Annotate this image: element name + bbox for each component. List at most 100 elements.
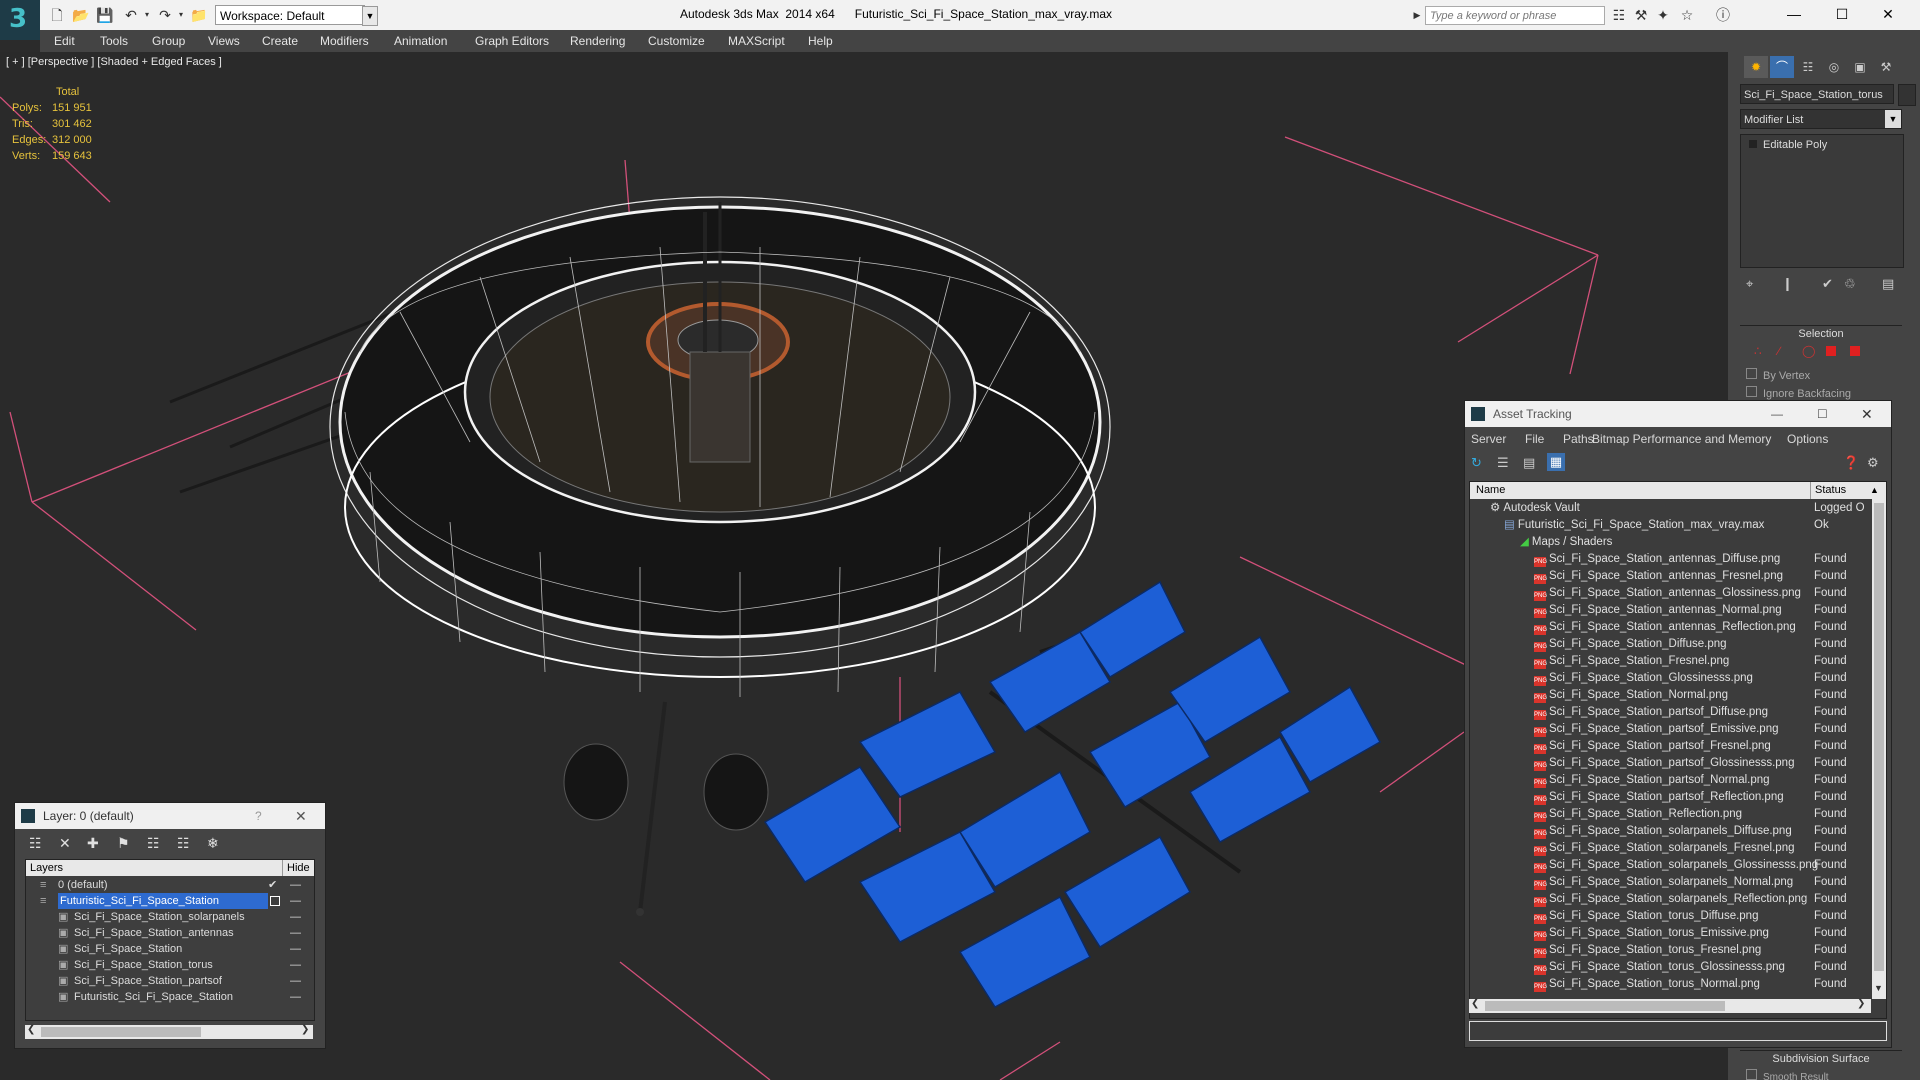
- minimize-button[interactable]: —: [1772, 2, 1816, 26]
- scroll-thumb[interactable]: [1874, 503, 1884, 971]
- add-to-layer-icon[interactable]: ✚: [87, 835, 99, 852]
- close-button[interactable]: ✕: [1866, 2, 1910, 26]
- viewport-label[interactable]: [ + ] [Perspective ] [Shaded + Edged Fac…: [6, 56, 222, 68]
- col-name[interactable]: Name: [1476, 482, 1505, 499]
- asset-row[interactable]: PNG Sci_Fi_Space_Station_Fresnel.png Found: [1470, 653, 1886, 670]
- subdivision-rollout-title[interactable]: Subdivision Surface: [1740, 1050, 1902, 1067]
- settings-icon[interactable]: ⚙: [1867, 455, 1879, 471]
- asset-row[interactable]: PNG Sci_Fi_Space_Station_antennas_Normal.…: [1470, 602, 1886, 619]
- favorites-star-icon[interactable]: ☆: [1678, 6, 1696, 24]
- layer-row[interactable]: ▣ Sci_Fi_Space_Station_torus —: [26, 957, 314, 973]
- selection-rollout-title[interactable]: Selection: [1740, 325, 1902, 342]
- layer-row[interactable]: ≡ Futuristic_Sci_Fi_Space_Station —: [26, 893, 314, 909]
- scroll-left-icon[interactable]: ❮: [27, 1024, 35, 1035]
- asset-tree[interactable]: Name Status ▲ ⚙ Autodesk Vault Logged O ▤ Fu…: [1469, 481, 1887, 1019]
- maximize-button[interactable]: ☐: [1820, 2, 1864, 26]
- menu-graph-editors[interactable]: Graph Editors: [475, 34, 549, 48]
- create-layer-icon[interactable]: ☷: [29, 835, 42, 852]
- layer-row[interactable]: ▣ Sci_Fi_Space_Station_partsof —: [26, 973, 314, 989]
- col-layers[interactable]: Layers: [30, 860, 63, 876]
- object-color-swatch[interactable]: [1898, 84, 1916, 106]
- layer-box-icon[interactable]: [270, 896, 280, 906]
- help-icon[interactable]: ⓘ: [1714, 6, 1732, 24]
- grid-view-icon[interactable]: ▦: [1547, 453, 1565, 471]
- chevron-down-icon[interactable]: ▼: [1885, 110, 1901, 128]
- scroll-down-icon[interactable]: ▼: [1874, 983, 1883, 993]
- maximize-button[interactable]: ☐: [1817, 401, 1828, 427]
- asset-row[interactable]: PNG Sci_Fi_Space_Station_partsof_Diffuse.…: [1470, 704, 1886, 721]
- table-view-icon[interactable]: ▤: [1523, 455, 1535, 471]
- asset-row[interactable]: PNG Sci_Fi_Space_Station_antennas_Glossin…: [1470, 585, 1886, 602]
- menu-customize[interactable]: Customize: [648, 34, 705, 48]
- by-vertex-checkbox[interactable]: By Vertex: [1746, 368, 1810, 382]
- menu-group[interactable]: Group: [152, 34, 185, 48]
- asset-row[interactable]: PNG Sci_Fi_Space_Station_torus_Fresnel.pn…: [1470, 942, 1886, 959]
- layer-list[interactable]: Layers Hide ≡ 0 (default) ✔ — ≡ Futuristic_S…: [25, 859, 315, 1021]
- asset-row[interactable]: PNG Sci_Fi_Space_Station_torus_Diffuse.pn…: [1470, 908, 1886, 925]
- layer-row[interactable]: ▣ Futuristic_Sci_Fi_Space_Station —: [26, 989, 314, 1005]
- layer-help-button[interactable]: ?: [255, 803, 262, 829]
- subscription-icon[interactable]: ⚒: [1632, 6, 1650, 24]
- list-view-icon[interactable]: ☰: [1497, 455, 1509, 471]
- close-icon[interactable]: ✕: [295, 803, 307, 829]
- menu-animation[interactable]: Animation: [394, 34, 447, 48]
- make-unique-icon[interactable]: ✔: [1822, 276, 1833, 292]
- asset-row[interactable]: PNG Sci_Fi_Space_Station_solarpanels_Glos…: [1470, 857, 1886, 874]
- asset-row[interactable]: PNG Sci_Fi_Space_Station_antennas_Fresnel…: [1470, 568, 1886, 585]
- menu-edit[interactable]: Edit: [54, 34, 75, 48]
- minimize-button[interactable]: —: [1771, 401, 1783, 427]
- asset-row[interactable]: ▤ Futuristic_Sci_Fi_Space_Station_max_vra…: [1470, 517, 1886, 534]
- app-logo-icon[interactable]: 3: [0, 0, 40, 40]
- refresh-icon[interactable]: ↻: [1471, 455, 1482, 471]
- layer-row[interactable]: ≡ 0 (default) ✔ —: [26, 877, 314, 893]
- asset-row[interactable]: PNG Sci_Fi_Space_Station_torus_Emissive.p…: [1470, 925, 1886, 942]
- col-status[interactable]: Status: [1810, 482, 1846, 499]
- asset-row[interactable]: PNG Sci_Fi_Space_Station_torus_Normal.png…: [1470, 976, 1886, 993]
- asset-row[interactable]: PNG Sci_Fi_Space_Station_antennas_Reflect…: [1470, 619, 1886, 636]
- delete-layer-icon[interactable]: ✕: [59, 835, 71, 852]
- configure-sets-icon[interactable]: ▤: [1882, 276, 1894, 292]
- scroll-thumb[interactable]: [1485, 1001, 1725, 1011]
- hide-all-icon[interactable]: ☷: [177, 835, 190, 852]
- asset-path-field[interactable]: [1469, 1021, 1887, 1041]
- chevron-up-icon[interactable]: ▲: [1870, 482, 1879, 499]
- edge-mode-icon[interactable]: ∕: [1778, 344, 1780, 358]
- vertex-mode-icon[interactable]: ∴: [1754, 344, 1762, 358]
- object-name-field[interactable]: Sci_Fi_Space_Station_torus: [1740, 84, 1894, 104]
- layer-horizontal-scrollbar[interactable]: ❮ ❯: [25, 1024, 313, 1039]
- utilities-tab-icon[interactable]: ⚒: [1874, 56, 1898, 78]
- menu-maxscript[interactable]: MAXScript: [728, 34, 785, 48]
- layer-row[interactable]: ▣ Sci_Fi_Space_Station_antennas —: [26, 925, 314, 941]
- asset-row[interactable]: PNG Sci_Fi_Space_Station_antennas_Diffuse…: [1470, 551, 1886, 568]
- workspace-select[interactable]: Workspace: Default ▼: [215, 5, 378, 26]
- layer-row[interactable]: ▣ Sci_Fi_Space_Station_solarpanels —: [26, 909, 314, 925]
- project-folder-icon[interactable]: 📁: [190, 6, 208, 24]
- asset-row[interactable]: PNG Sci_Fi_Space_Station_solarpanels_Diff…: [1470, 823, 1886, 840]
- modifier-stack[interactable]: Editable Poly: [1740, 134, 1904, 268]
- show-end-result-icon[interactable]: ❙: [1782, 276, 1793, 292]
- modifier-stack-item[interactable]: Editable Poly: [1749, 139, 1827, 151]
- display-tab-icon[interactable]: ▣: [1848, 56, 1872, 78]
- menu-create[interactable]: Create: [262, 34, 298, 48]
- save-file-icon[interactable]: 💾: [96, 6, 114, 24]
- search-input[interactable]: Type a keyword or phrase: [1425, 6, 1605, 25]
- search-expand-icon[interactable]: ▶: [1408, 6, 1426, 24]
- asset-window-titlebar[interactable]: Asset Tracking — ☐ ✕: [1465, 401, 1891, 427]
- highlight-layer-icon[interactable]: ☷: [147, 835, 160, 852]
- col-hide[interactable]: Hide: [282, 860, 310, 876]
- communication-center-icon[interactable]: ✦: [1654, 6, 1672, 24]
- select-in-layer-icon[interactable]: ⚑: [117, 835, 130, 852]
- remove-modifier-icon[interactable]: ♲: [1844, 276, 1856, 292]
- scroll-right-icon[interactable]: ❯: [301, 1024, 309, 1035]
- asset-horizontal-scrollbar[interactable]: ❮ ❯: [1469, 998, 1871, 1013]
- smooth-result-checkbox[interactable]: Smooth Result: [1746, 1069, 1829, 1080]
- border-mode-icon[interactable]: ◯: [1802, 344, 1815, 358]
- open-file-icon[interactable]: 📂: [72, 6, 90, 24]
- asset-row[interactable]: PNG Sci_Fi_Space_Station_partsof_Fresnel.…: [1470, 738, 1886, 755]
- asset-row[interactable]: PNG Sci_Fi_Space_Station_partsof_Reflecti…: [1470, 789, 1886, 806]
- scroll-thumb[interactable]: [41, 1027, 201, 1037]
- undo-dropdown-icon[interactable]: ▾: [138, 6, 156, 24]
- menu-views[interactable]: Views: [208, 34, 240, 48]
- redo-dropdown-icon[interactable]: ▾: [172, 6, 190, 24]
- layer-window-titlebar[interactable]: Layer: 0 (default) ? ✕: [15, 803, 325, 829]
